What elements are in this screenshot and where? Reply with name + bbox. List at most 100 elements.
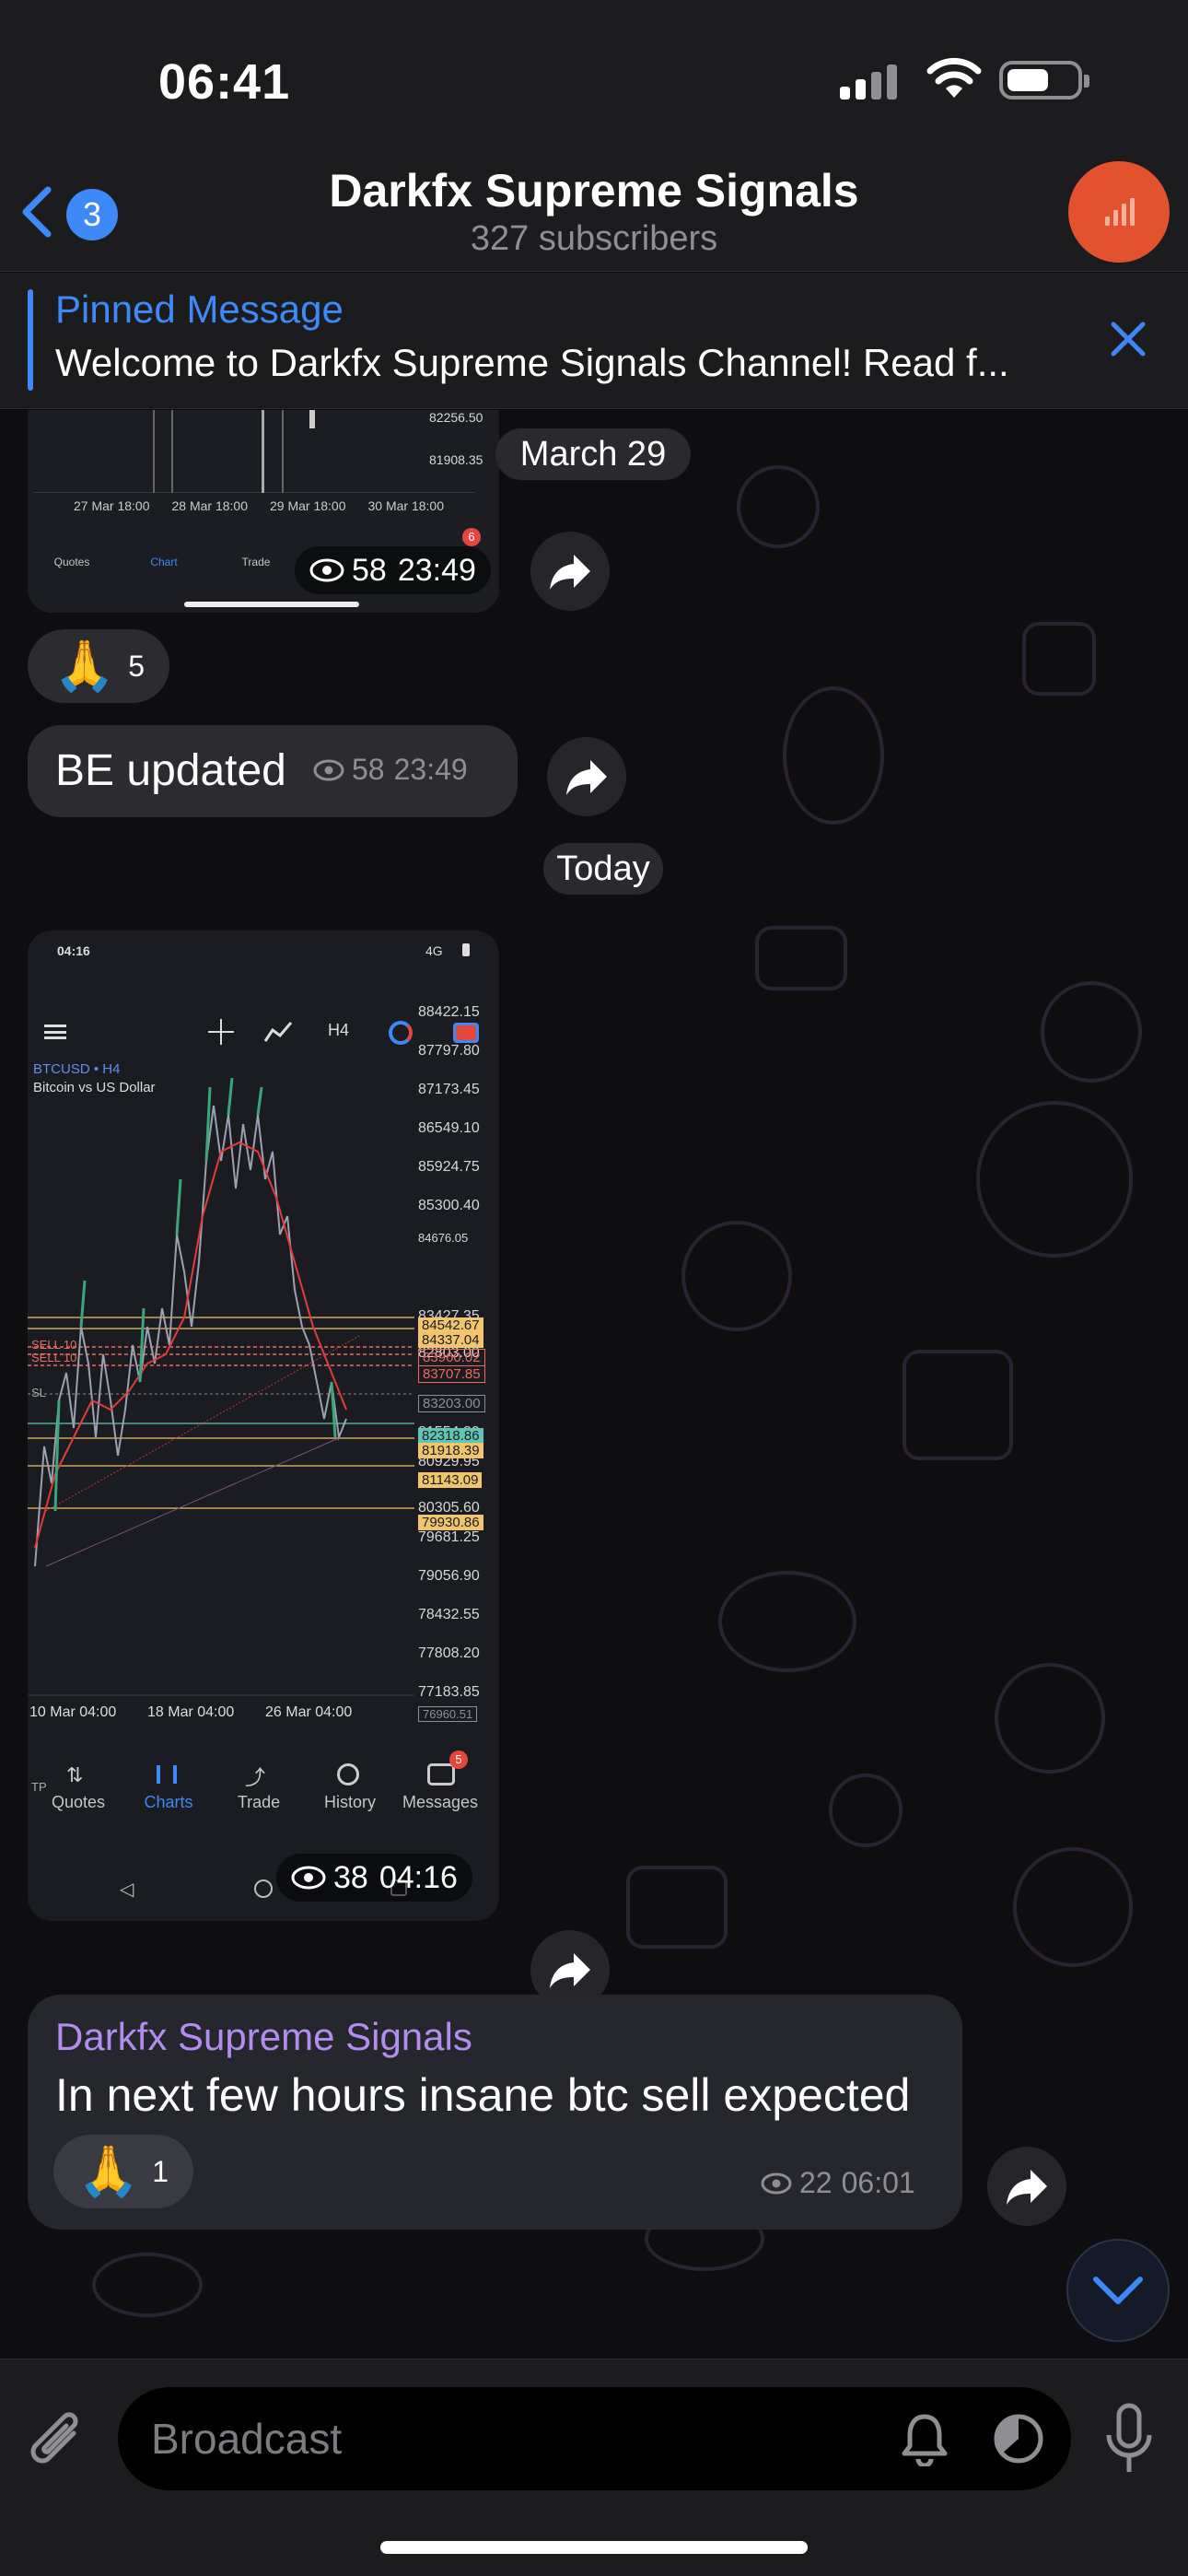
scroll-to-bottom-button[interactable]	[1066, 2239, 1170, 2342]
mini-home-icon	[254, 1879, 273, 1898]
mini-tab-quotes: Quotes	[53, 556, 90, 568]
price-tick: 77808.20	[418, 1645, 480, 1661]
price-tick: 77183.85	[418, 1684, 480, 1700]
price-label: 81908.35	[429, 452, 483, 467]
date-separator: March 29	[495, 428, 691, 480]
mini-back-icon: ◁	[120, 1879, 134, 1900]
date-separator: Today	[543, 843, 663, 895]
price-tick: 84676.05	[418, 1231, 469, 1245]
mini-tabbar: ⇅ ⤴ 5 Quotes Charts Trade History Messag…	[28, 1749, 499, 1822]
message-meta: 58 23:49	[313, 753, 468, 787]
wallpaper-doodle	[755, 926, 847, 990]
reaction-chip[interactable]: 🙏 5	[28, 629, 169, 703]
indicator-icon	[263, 1022, 293, 1042]
wallpaper-doodle	[737, 465, 820, 548]
views-count: 22	[799, 2166, 833, 2199]
channel-avatar[interactable]	[1068, 161, 1170, 263]
price-tick: 88422.15	[418, 1004, 480, 1020]
image-message-chart[interactable]: 04:16 4G H4 BTCUSD • H4 Bitcoin vs US Do…	[28, 931, 499, 1921]
line-label-sl: SL	[31, 1386, 46, 1399]
message-meta: 22 06:01	[761, 2166, 915, 2200]
reaction-chip[interactable]: 🙏 1	[53, 2135, 193, 2208]
messages-badge: 5	[449, 1751, 468, 1769]
views-icon	[309, 558, 344, 582]
price-tick: 85924.75	[418, 1159, 480, 1175]
crosshair-icon	[208, 1019, 234, 1045]
mini-battery-icon	[462, 943, 470, 956]
telegram-channel-screen: 06:41 3 Darkfx Supreme Signals 327 subsc…	[0, 0, 1188, 2576]
message-list[interactable]: 82256.50 81908.35 27 Mar 18:00 28 Mar 18…	[0, 410, 1188, 2359]
bell-icon[interactable]	[899, 2411, 950, 2466]
scheduled-timer-icon[interactable]	[991, 2411, 1046, 2466]
reaction-count: 5	[128, 649, 146, 683]
clock-icon	[389, 1021, 413, 1045]
mini-tab-chart: Chart	[150, 556, 178, 568]
mini-home-bar	[184, 602, 359, 607]
x-label: 27 Mar 18:00	[74, 498, 150, 513]
channel-post-bubble[interactable]: Darkfx Supreme Signals In next few hours…	[28, 1995, 962, 2230]
battery-icon	[999, 61, 1089, 100]
chat-header: 3 Darkfx Supreme Signals 327 subscribers	[0, 157, 1188, 272]
share-button[interactable]	[530, 532, 610, 611]
wallpaper-doodle	[681, 1221, 792, 1331]
forward-arrow-icon	[550, 1953, 590, 1988]
forward-arrow-icon	[1007, 2170, 1047, 2205]
cellular-signal-icon	[840, 63, 903, 100]
pinned-indicator	[28, 289, 33, 391]
mini-quotes-icon: ⇅	[66, 1763, 84, 1786]
microphone-icon[interactable]	[1101, 2402, 1157, 2479]
mini-trade-icon: ⤴	[245, 1766, 266, 1789]
x-label: 30 Mar 18:00	[367, 498, 445, 513]
price-tag: 83203.00	[418, 1395, 485, 1412]
price-tag: 82318.86	[418, 1428, 483, 1444]
mini-tab-history: History	[323, 1793, 376, 1811]
forward-arrow-icon	[566, 760, 607, 795]
post-author[interactable]: Darkfx Supreme Signals	[55, 2015, 472, 2059]
share-button[interactable]	[987, 2147, 1066, 2226]
wifi-icon	[926, 57, 982, 98]
close-icon[interactable]	[1101, 311, 1156, 367]
message-time: 04:16	[379, 1859, 458, 1895]
trade-icon	[453, 1023, 479, 1043]
price-tag: 79930.86	[418, 1515, 483, 1530]
pinned-text: Welcome to Darkfx Supreme Signals Channe…	[55, 341, 1009, 384]
wallpaper-doodle	[1022, 622, 1096, 696]
timeframe-label: H4	[328, 1021, 350, 1039]
views-count: 58	[352, 753, 385, 786]
menu-icon	[44, 1025, 66, 1039]
price-tag: 81918.39	[418, 1443, 483, 1458]
wallpaper-doodle	[829, 1774, 903, 1847]
wallpaper-doodle	[1041, 981, 1142, 1083]
wallpaper-doodle	[626, 1866, 728, 1949]
pinned-message-bar[interactable]: Pinned Message Welcome to Darkfx Supreme…	[0, 273, 1188, 409]
broadcast-input[interactable]	[151, 2409, 851, 2468]
mini-time: 04:16	[57, 943, 90, 958]
mini-tab-quotes: Quotes	[51, 1793, 106, 1811]
mini-history-icon	[337, 1763, 359, 1786]
home-indicator[interactable]	[380, 2541, 808, 2554]
settings-badge: 6	[462, 528, 481, 546]
bar-chart-icon	[1105, 198, 1136, 226]
attachment-icon[interactable]	[26, 2406, 90, 2479]
message-text: BE updated	[55, 746, 286, 795]
price-tick: 87173.45	[418, 1082, 480, 1097]
chart-thumbnail	[33, 410, 475, 493]
price-label: 82256.50	[429, 410, 483, 425]
channel-title[interactable]: Darkfx Supreme Signals	[0, 164, 1188, 217]
x-axis-labels: 27 Mar 18:00 28 Mar 18:00 29 Mar 18:00 3…	[74, 498, 499, 513]
text-message-bubble[interactable]: BE updated 58 23:49	[28, 725, 518, 817]
line-label-sell-2: SELL 10	[31, 1351, 77, 1364]
status-bar: 06:41	[0, 0, 1188, 157]
price-tag: 83707.85	[418, 1365, 485, 1383]
status-time: 06:41	[158, 54, 291, 110]
message-input-field[interactable]	[118, 2387, 1071, 2490]
wallpaper-doodle	[718, 1571, 856, 1672]
price-tag: 84337.04	[418, 1332, 483, 1348]
share-button[interactable]	[547, 737, 626, 816]
reaction-emoji: 🙏	[77, 2143, 140, 2199]
post-text: In next few hours insane btc sell expect…	[55, 2069, 911, 2121]
views-count: 58	[352, 552, 387, 588]
mini-charts-icon	[157, 1765, 177, 1784]
chevron-down-icon	[1093, 2277, 1143, 2304]
image-message-previous[interactable]: 82256.50 81908.35 27 Mar 18:00 28 Mar 18…	[28, 410, 499, 613]
